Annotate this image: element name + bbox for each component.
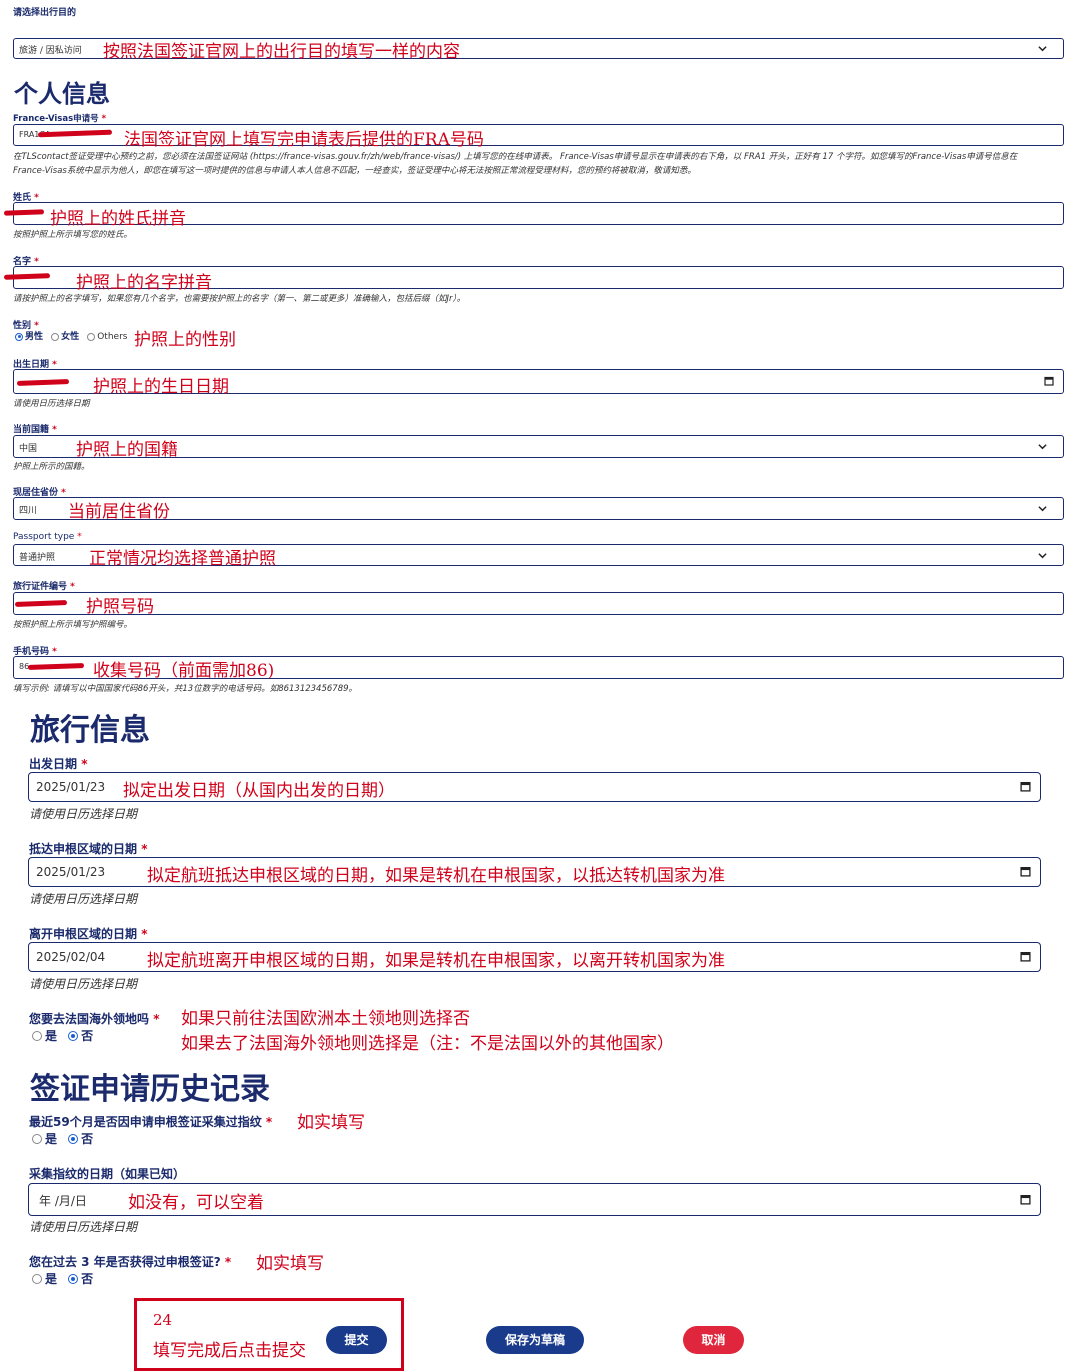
departure-help: 请使用日历选择日期 (29, 807, 138, 821)
arrival-date-value: 2025/01/23 (36, 865, 106, 879)
purpose-label: 请选择出行目的 (13, 8, 77, 18)
chevron-down-icon (1038, 551, 1047, 560)
fingerprint-date-label: 采集指纹的日期（如果已知） (29, 1167, 186, 1181)
overseas-label: 您要去法国海外领地吗 * (29, 1012, 160, 1026)
phone-annotation: 收集号码（前面需加86) (93, 661, 275, 681)
purpose-value: 旅游 / 因私访问 (19, 46, 82, 56)
calendar-icon[interactable] (1020, 951, 1031, 962)
overseas-option-yes: 是 (45, 1028, 58, 1043)
fingerprint-date-annotation: 如没有，可以空着 (128, 1193, 264, 1213)
step-annotation: 填写完成后点击提交 (153, 1341, 306, 1361)
gender-radio-group: 男性 女性 Others (15, 330, 130, 343)
departure-date-value: 2025/01/23 (36, 780, 106, 794)
section-title-personal: 个人信息 (14, 80, 110, 108)
cancel-button[interactable]: 取消 (683, 1326, 744, 1354)
leave-label: 离开申根区域的日期 * (29, 927, 148, 941)
arrival-label: 抵达申根区域的日期 * (29, 842, 148, 856)
gender-option-others: Others (97, 331, 128, 342)
province-select[interactable]: 四川 (13, 497, 1064, 520)
given-name-annotation: 护照上的名字拼音 (76, 273, 212, 293)
past-visa-option-no: 否 (81, 1271, 94, 1286)
province-value: 四川 (19, 506, 38, 516)
surname-annotation: 护照上的姓氏拼音 (50, 209, 186, 229)
nationality-help: 护照上所示的国籍。 (13, 462, 90, 472)
nationality-label: 当前国籍 * (13, 425, 57, 435)
radio-male[interactable] (15, 332, 23, 341)
fingerprint-option-no: 否 (81, 1131, 94, 1146)
passport-type-annotation: 正常情况均选择普通护照 (89, 549, 276, 569)
gender-option-male: 男性 (25, 331, 44, 342)
calendar-icon[interactable] (1020, 781, 1031, 792)
overseas-radio-group: 是 否 (32, 1028, 99, 1043)
fingerprint-date-help: 请使用日历选择日期 (29, 1220, 138, 1234)
passport-number-help: 按照护照上所示填写护照编号。 (13, 620, 133, 630)
leave-date-value: 2025/02/04 (36, 950, 106, 964)
application-number-label: France-Visas申请号 * (13, 114, 107, 124)
radio-no[interactable] (68, 1030, 79, 1041)
arrival-annotation: 拟定航班抵达申根区域的日期，如果是转机在申根国家，以抵达转机国家为准 (147, 866, 725, 886)
chevron-down-icon (1038, 442, 1047, 451)
departure-label: 出发日期 * (29, 757, 88, 771)
radio-yes[interactable] (32, 1133, 42, 1144)
overseas-annotation-2: 如果去了法国海外领地则选择是（注：不是法国以外的其他国家） (181, 1034, 674, 1054)
save-draft-button[interactable]: 保存为草稿 (486, 1326, 584, 1354)
radio-female[interactable] (51, 332, 60, 341)
radio-yes[interactable] (32, 1030, 42, 1041)
radio-others[interactable] (87, 332, 96, 341)
fingerprint-option-yes: 是 (45, 1131, 58, 1146)
step-number: 24 (153, 1311, 173, 1329)
chevron-down-icon (1038, 44, 1047, 53)
past-visa-label: 您在过去 3 年是否获得过申根签证? * (29, 1255, 232, 1269)
calendar-icon[interactable] (1020, 1194, 1031, 1205)
application-number-help-2: France-Visas系统中显示为他人，即您在填写这一项时提供的信息与申请人本… (13, 166, 696, 176)
phone-help: 填写示例: 请填写以中国国家代码86开头，共13位数字的电话号码。如861312… (13, 684, 358, 694)
past-visa-radio-group: 是 否 (32, 1271, 99, 1286)
application-number-help-1: 在TLScontact签证受理中心预约之前，您必须在法国签证网站 (https:… (13, 152, 1018, 162)
radio-no[interactable] (68, 1133, 79, 1144)
passport-number-annotation: 护照号码 (86, 597, 154, 617)
passport-type-value: 普通护照 (19, 553, 56, 563)
overseas-option-no: 否 (81, 1028, 94, 1043)
passport-type-label: Passport type * (13, 532, 82, 542)
passport-number-label: 旅行证件编号 * (13, 582, 75, 592)
fingerprint-date-placeholder: 年 /月/日 (39, 1194, 87, 1208)
purpose-annotation: 按照法国签证官网上的出行目的填写一样的内容 (103, 42, 460, 62)
chevron-down-icon (1038, 504, 1047, 513)
passport-number-input[interactable] (13, 592, 1064, 615)
gender-option-female: 女性 (61, 331, 80, 342)
application-number-annotation: 法国签证官网上填写完申请表后提供的FRA号码 (124, 130, 484, 150)
section-title-travel: 旅行信息 (30, 713, 150, 748)
calendar-icon[interactable] (1044, 376, 1054, 386)
given-name-help: 请按护照上的名字填写，如果您有几个名字，也需要按护照上的名字（第一、第二或更多）… (13, 294, 466, 304)
province-annotation: 当前居住省份 (68, 502, 170, 522)
departure-annotation: 拟定出发日期（从国内出发的日期） (123, 781, 395, 801)
surname-help: 按照护照上所示填写您的姓氏。 (13, 230, 133, 240)
birth-date-help: 请使用日历选择日期 (13, 399, 90, 409)
section-title-history: 签证申请历史记录 (30, 1072, 270, 1107)
past-visa-option-yes: 是 (45, 1271, 58, 1286)
calendar-icon[interactable] (1020, 866, 1031, 877)
gender-annotation: 护照上的性别 (134, 330, 236, 350)
submit-button[interactable]: 提交 (326, 1326, 387, 1354)
radio-yes[interactable] (32, 1273, 42, 1284)
radio-no[interactable] (68, 1273, 79, 1284)
nationality-annotation: 护照上的国籍 (76, 440, 178, 460)
birth-date-annotation: 护照上的生日日期 (93, 377, 229, 397)
leave-annotation: 拟定航班离开申根区域的日期，如果是转机在申根国家，以离开转机国家为准 (147, 951, 725, 971)
past-visa-annotation: 如实填写 (256, 1254, 324, 1274)
fingerprint-radio-group: 是 否 (32, 1131, 99, 1146)
leave-help: 请使用日历选择日期 (29, 977, 138, 991)
arrival-help: 请使用日历选择日期 (29, 892, 138, 906)
fingerprint-annotation: 如实填写 (297, 1113, 365, 1133)
nationality-value: 中国 (19, 444, 38, 454)
overseas-annotation-1: 如果只前往法国欧洲本土领地则选择否 (181, 1009, 470, 1029)
